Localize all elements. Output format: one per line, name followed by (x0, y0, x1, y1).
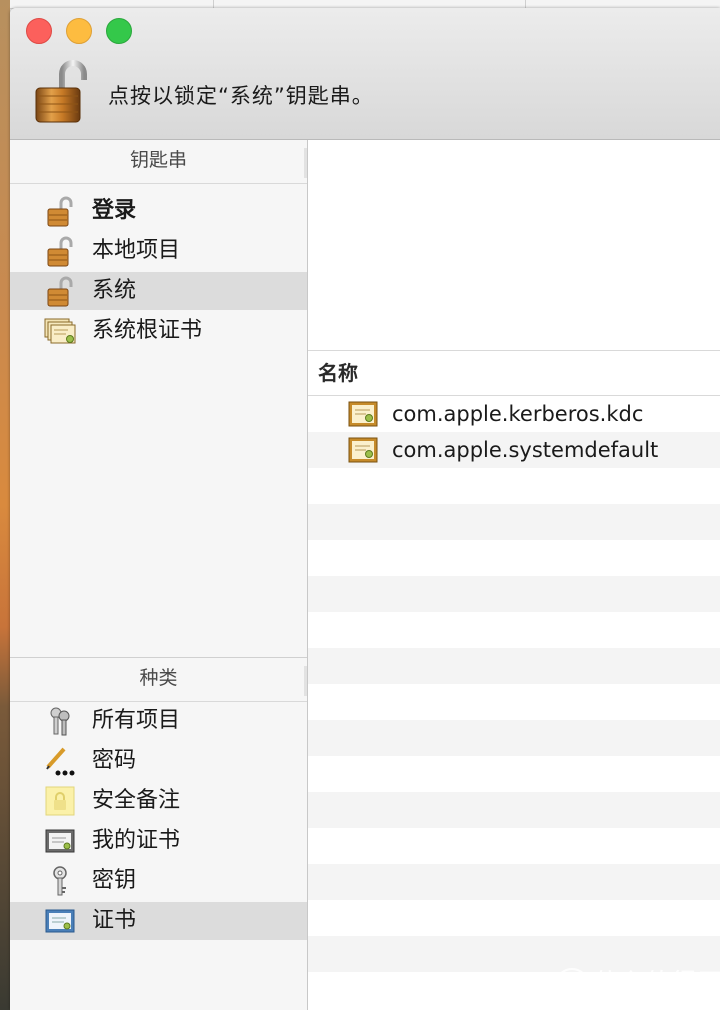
category-header: 种类 (10, 657, 307, 702)
item-name: com.apple.systemdefault (392, 438, 659, 462)
sidebar-item-login[interactable]: 登录 (10, 192, 307, 230)
empty-row (308, 720, 720, 756)
password-icon (46, 747, 75, 776)
sidebar-item-keys[interactable]: 密钥 (10, 862, 307, 900)
all-items-icon (50, 707, 70, 736)
item-list: com.apple.kerberos.kdc com.apple.systemd… (308, 396, 720, 1008)
sidebar-item-label: 密钥 (92, 868, 137, 893)
empty-row (308, 504, 720, 540)
empty-row (308, 756, 720, 792)
sidebar-item-secure-notes[interactable]: 安全备注 (10, 782, 307, 820)
preview-area (308, 140, 720, 351)
empty-row (308, 864, 720, 900)
item-name: com.apple.kerberos.kdc (392, 402, 644, 426)
certificates-icon (44, 318, 76, 344)
sidebar-item-label: 系统 (92, 278, 137, 303)
secure-note-icon (45, 786, 75, 816)
sidebar-item-local-items[interactable]: 本地项目 (10, 232, 307, 270)
toolbar: 点按以锁定“系统”钥匙串。 (10, 8, 720, 140)
sidebar-item-label: 登录 (92, 198, 137, 223)
key-icon (53, 866, 67, 896)
empty-row (308, 576, 720, 612)
empty-row (308, 684, 720, 720)
sidebar-item-label: 我的证书 (92, 828, 181, 853)
empty-row (308, 540, 720, 576)
empty-row (308, 900, 720, 936)
sidebar-item-my-certificates[interactable]: 我的证书 (10, 822, 307, 860)
list-item[interactable]: com.apple.systemdefault (308, 432, 720, 468)
sidebar-item-label: 密码 (92, 748, 137, 773)
open-lock-icon (47, 236, 73, 267)
lock-message[interactable]: 点按以锁定“系统”钥匙串。 (108, 80, 374, 110)
certificate-icon (348, 401, 378, 427)
my-certificate-icon (45, 829, 75, 853)
zoom-button[interactable] (106, 18, 132, 44)
sidebar-item-label: 所有项目 (92, 708, 181, 733)
open-lock-icon (47, 196, 73, 227)
sidebar-item-passwords[interactable]: 密码 (10, 742, 307, 780)
open-lock-icon[interactable] (34, 60, 88, 124)
empty-row (308, 792, 720, 828)
sidebar-item-system[interactable]: 系统 (10, 272, 307, 310)
empty-row (308, 468, 720, 504)
sidebar-item-label: 本地项目 (92, 238, 181, 263)
open-lock-icon (47, 276, 73, 307)
close-button[interactable] (26, 18, 52, 44)
list-item[interactable]: com.apple.kerberos.kdc (308, 396, 720, 432)
watermark-text: 什么值得买 (593, 969, 720, 999)
sidebar-item-system-roots[interactable]: 系统根证书 (10, 312, 307, 350)
empty-row (308, 648, 720, 684)
sidebar-item-label: 系统根证书 (92, 318, 203, 343)
desktop-background (0, 0, 10, 1010)
sidebar-item-all-items[interactable]: 所有项目 (10, 702, 307, 740)
empty-row (308, 828, 720, 864)
minimize-button[interactable] (66, 18, 92, 44)
sidebar-item-label: 证书 (92, 908, 137, 933)
content-pane: 名称 com.apple.kerberos.kdc com.apple.syst… (308, 140, 720, 1010)
keychain-window: 点按以锁定“系统”钥匙串。 钥匙串 登录 本地项目 系统 系统根证书 种类 所有… (10, 8, 720, 1010)
watermark: 值 什么值得买 (555, 964, 720, 1004)
column-header-name[interactable]: 名称 (308, 351, 720, 396)
certificate-icon (348, 437, 378, 463)
sidebar-item-label: 安全备注 (92, 788, 181, 813)
empty-row (308, 612, 720, 648)
keychains-header: 钥匙串 (10, 140, 307, 184)
watermark-logo-icon: 值 (555, 968, 589, 1002)
sidebar-item-certificates[interactable]: 证书 (10, 902, 307, 940)
certificate-icon (45, 909, 75, 933)
sidebar: 钥匙串 登录 本地项目 系统 系统根证书 种类 所有项目 密码 安全备注 我的证… (10, 140, 308, 1010)
